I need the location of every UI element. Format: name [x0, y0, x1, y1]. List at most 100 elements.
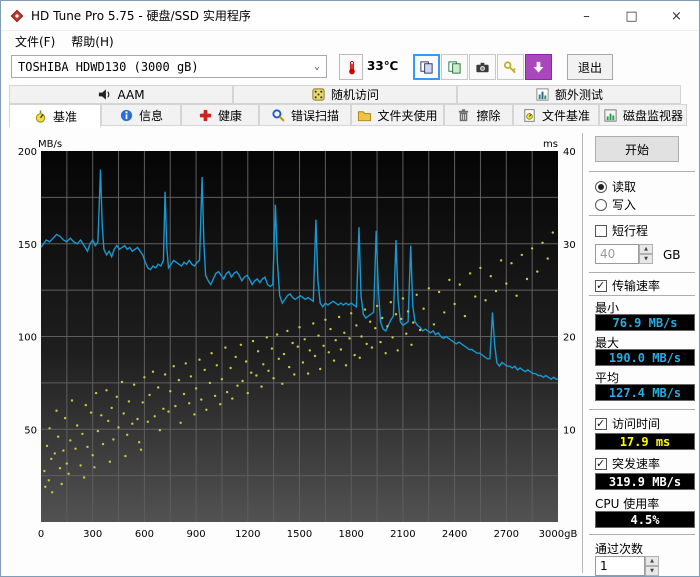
dice-icon: [311, 87, 326, 102]
app-window: HD Tune Pro 5.75 - 硬盘/SSD 实用程序 – □ × 文件(…: [0, 0, 700, 577]
tab-aam[interactable]: AAM: [9, 85, 233, 104]
short-stroke-checkbox[interactable]: 短行程: [595, 223, 648, 238]
magnifier-icon: [271, 108, 286, 123]
maximize-button[interactable]: □: [609, 1, 654, 31]
read-radio-label: 读取: [612, 180, 637, 194]
tab-label: 错误扫描: [290, 108, 339, 123]
separator: [589, 272, 695, 273]
x-tick: 2400: [442, 529, 467, 540]
y-left-tick: 100: [18, 333, 37, 344]
tab-random-access[interactable]: 随机访问: [233, 85, 457, 104]
spinner-arrows[interactable]: ▲ ▼: [639, 244, 653, 264]
close-button[interactable]: ×: [654, 1, 699, 31]
camera-icon: [475, 60, 490, 75]
menu-file[interactable]: 文件(F): [7, 31, 63, 52]
y-right-tick: 40: [563, 147, 576, 158]
tab-label: 随机访问: [330, 88, 379, 102]
write-radio[interactable]: 写入: [595, 197, 636, 212]
max-value: 190.0 MB/s: [595, 349, 695, 366]
license-button[interactable]: [497, 54, 524, 80]
write-radio-label: 写入: [612, 198, 637, 212]
benchmark-chart: MB/s ms20015010050403020100 300 600 900 1200 1…: [18, 139, 578, 540]
x-tick: 0: [38, 529, 44, 540]
gridlines: [41, 151, 558, 522]
transfer-rate-label: 传输速率: [612, 279, 661, 293]
check-update-button[interactable]: [525, 54, 552, 80]
tab-file-benchmark[interactable]: 文件基准: [513, 104, 599, 126]
tab-health[interactable]: 健康: [181, 104, 259, 126]
cpu-usage-label: CPU 使用率: [595, 497, 660, 511]
tab-disk-monitor[interactable]: 磁盘监视器: [599, 104, 687, 126]
exit-button[interactable]: 退出: [567, 54, 613, 80]
copy-image-button[interactable]: [441, 54, 468, 80]
spinner-up-icon: ▲: [645, 556, 659, 566]
tab-label: 额外测试: [554, 88, 603, 102]
burst-rate-checkbox[interactable]: 突发速率: [595, 456, 660, 471]
tab-extra-tests[interactable]: 额外测试: [457, 85, 681, 104]
gauge-icon: [33, 109, 48, 124]
short-stroke-label: 短行程: [612, 224, 649, 238]
x-tick: 1200: [235, 529, 260, 540]
benchmark-panel: 开始 读取 写入 短行程 40 ▲▼ GB 传: [583, 127, 699, 576]
cpu-usage-value: 4.5%: [595, 511, 695, 528]
burst-rate-value: 319.9 MB/s: [595, 473, 695, 490]
keys-icon: [503, 60, 518, 75]
tab-folder-usage[interactable]: 文件夹使用: [351, 104, 444, 126]
checkbox-icon: [595, 279, 607, 292]
y-right-tick: 20: [563, 333, 576, 344]
menu-help[interactable]: 帮助(H): [63, 31, 121, 52]
tab-erase[interactable]: 擦除: [444, 104, 513, 126]
capacity-spinner[interactable]: 40 ▲ ▼: [595, 244, 653, 264]
spinner-down-icon: ▼: [639, 254, 653, 264]
spinner-arrows[interactable]: ▲ ▼: [645, 556, 659, 576]
separator: [589, 534, 695, 535]
checkbox-icon: [595, 457, 607, 470]
y-right-axis-unit: ms: [543, 139, 558, 150]
burst-rate-label: 突发速率: [612, 457, 661, 471]
radio-icon: [595, 180, 607, 193]
access-time-value: 17.9 ms: [595, 433, 695, 450]
temperature-indicator: [339, 54, 363, 80]
pass-count-spinner[interactable]: 1 ▲ ▼: [595, 556, 659, 576]
read-radio[interactable]: 读取: [595, 179, 636, 194]
spinner-down-icon: ▼: [645, 566, 659, 576]
screenshot-button[interactable]: [469, 54, 496, 80]
checkbox-icon: [595, 224, 607, 237]
thermometer-icon: [344, 60, 359, 75]
tab-info[interactable]: 信息: [101, 104, 181, 126]
start-button[interactable]: 开始: [595, 136, 679, 162]
copy-to-clipboard-button[interactable]: [413, 54, 440, 80]
drive-select-dropdown[interactable]: TOSHIBA HDWD130 (3000 gB) ⌄: [11, 55, 327, 78]
drive-select-value: TOSHIBA HDWD130 (3000 gB): [18, 59, 199, 74]
min-value: 76.9 MB/s: [595, 314, 695, 331]
capacity-value: 40: [595, 244, 639, 264]
y-right-tick: 30: [563, 240, 576, 251]
separator: [589, 215, 695, 216]
tab-label: 信息: [138, 108, 163, 123]
radio-icon: [595, 198, 607, 211]
copy-image-icon: [447, 60, 462, 75]
download-arrow-icon: [531, 60, 546, 75]
tab-label: 文件夹使用: [377, 108, 438, 123]
transfer-rate-checkbox[interactable]: 传输速率: [595, 278, 660, 293]
benchmark-content: MB/s ms 200 150 100 50 40 30 20 10 0 300 600 900 1200 1…: [1, 127, 699, 576]
y-right-tick: 10: [563, 425, 576, 436]
copy-pages-icon: [419, 60, 434, 75]
access-time-label: 访问时间: [612, 417, 661, 431]
tab-error-scan[interactable]: 错误扫描: [259, 104, 351, 126]
window-title: HD Tune Pro 5.75 - 硬盘/SSD 实用程序: [31, 9, 251, 23]
minimize-button[interactable]: –: [564, 1, 609, 31]
folder-icon: [357, 108, 372, 123]
app-icon: [9, 8, 25, 24]
tab-label: 健康: [217, 108, 242, 123]
speaker-icon: [97, 87, 112, 102]
info-icon: [119, 108, 134, 123]
tab-label: 擦除: [476, 108, 501, 123]
pass-count-label: 通过次数: [595, 542, 644, 556]
access-time-checkbox[interactable]: 访问时间: [595, 416, 660, 431]
pass-count-value: 1: [595, 556, 645, 576]
y-left-axis-unit: MB/s: [38, 139, 62, 150]
toolbar: TOSHIBA HDWD130 (3000 gB) ⌄ 33℃ 退出: [1, 52, 699, 83]
avg-value: 127.4 MB/s: [595, 384, 695, 401]
tab-benchmark[interactable]: 基准: [9, 104, 101, 128]
